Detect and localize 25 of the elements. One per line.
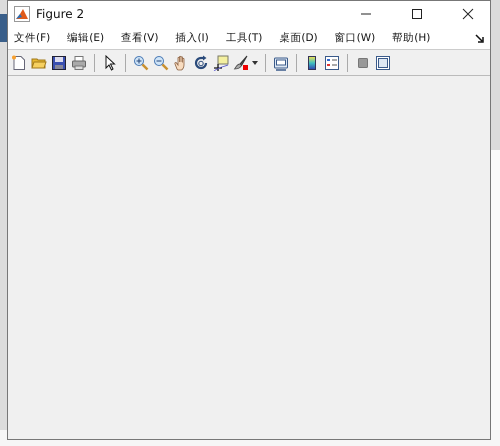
data-cursor-icon[interactable] [213,54,229,70]
legend-icon[interactable] [324,54,340,70]
maximize-icon[interactable] [410,8,422,20]
menu-item[interactable]: 窗口(W) [332,29,382,47]
menu-item[interactable]: 文件(F) [12,29,56,47]
zoom-in-icon[interactable] [133,54,149,70]
close-icon[interactable] [462,8,474,20]
rotate-icon[interactable] [193,54,209,70]
menu-item[interactable]: 工具(T) [224,29,268,47]
menu-item[interactable]: 编辑(E) [65,29,110,47]
save-icon[interactable] [51,54,67,70]
plot-tools-icon[interactable] [273,54,289,70]
caret-icon[interactable] [252,60,258,64]
new-file-icon[interactable] [11,54,27,70]
show-tools-icon[interactable] [375,54,391,70]
brush-icon[interactable] [233,54,249,70]
peak-logo-icon [14,6,30,22]
menu-item[interactable]: 插入(I) [173,29,215,47]
menu-item[interactable]: 查看(V) [119,29,164,47]
menu-item[interactable]: 帮助(H) [390,29,436,47]
printer-icon[interactable] [71,54,87,70]
window-title: Figure 2 [36,7,84,21]
menu-item[interactable]: 桌面(D) [277,29,324,47]
dock-arrow-icon[interactable] [475,34,484,42]
zoom-out-icon[interactable] [153,54,169,70]
